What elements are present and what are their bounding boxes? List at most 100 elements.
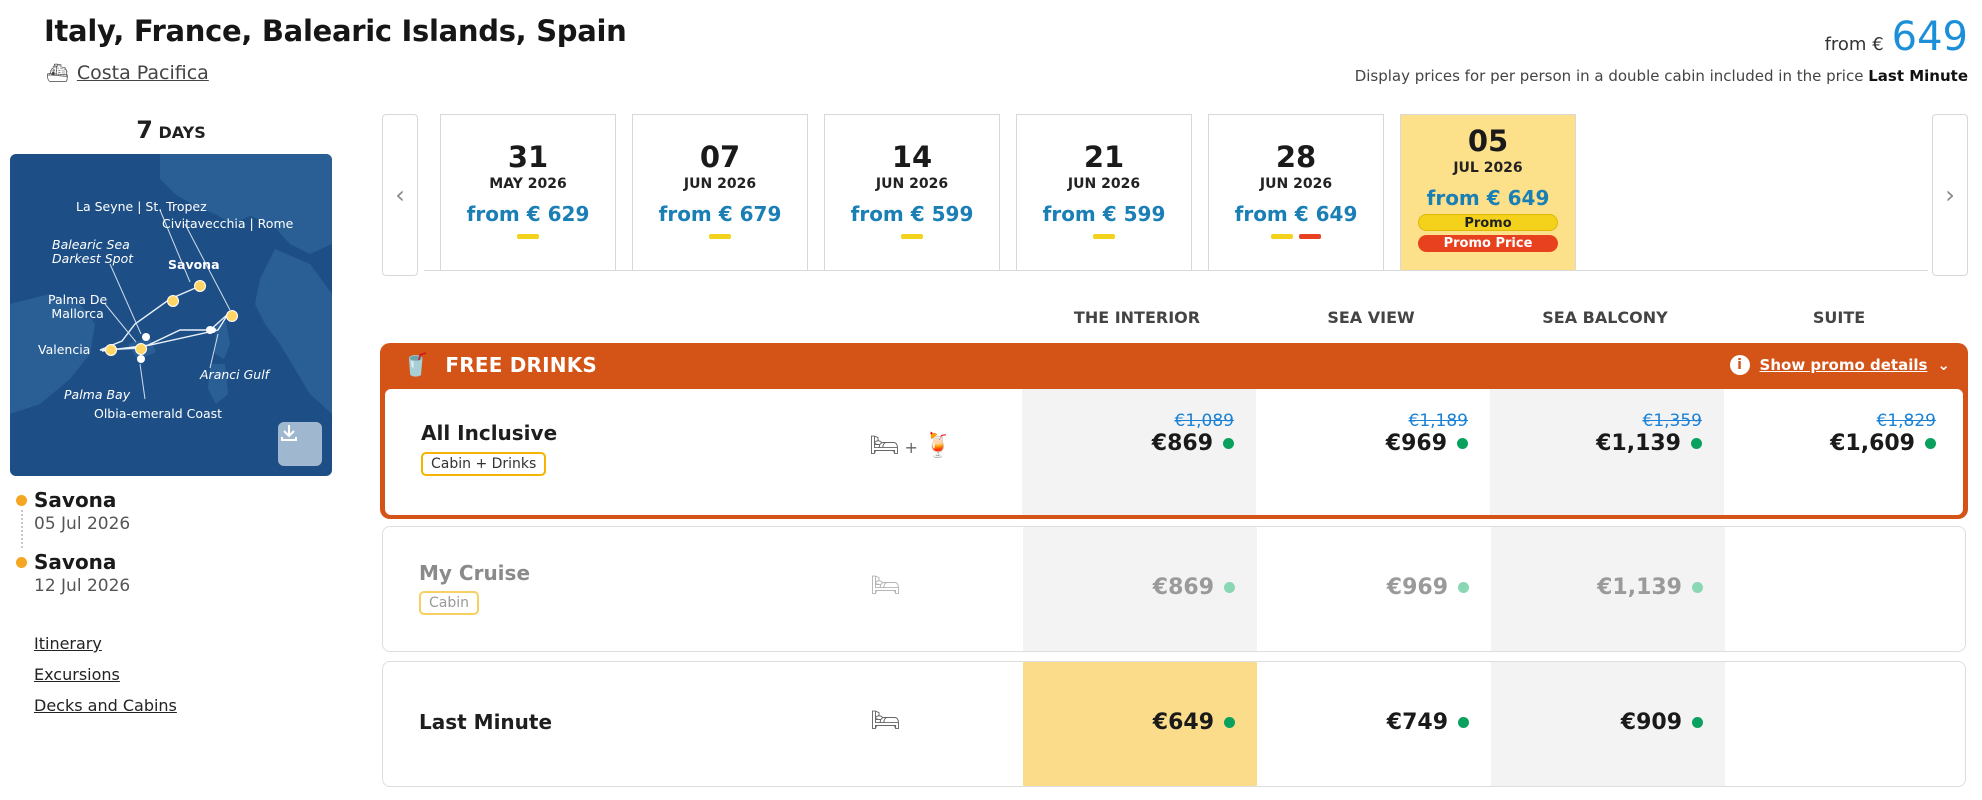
new-price: €969 (1386, 431, 1468, 456)
date-option-selected[interactable]: 05 JUL 2026 from € 649 Promo Promo Price (1400, 114, 1576, 270)
price-cell-sea-balcony[interactable]: €909 (1491, 662, 1725, 786)
price-cell-interior[interactable]: €1,089 €869 (1022, 389, 1256, 515)
display-note: Display prices for per person in a doubl… (1355, 67, 1968, 85)
availability-dot (1692, 717, 1703, 728)
date-price: from € 649 (1426, 186, 1550, 210)
fare-tag: Cabin + Drinks (421, 452, 547, 476)
map-label-civitavecchia: Civitavecchia | Rome (162, 216, 294, 231)
availability-dot (1224, 717, 1235, 728)
download-icon (281, 425, 297, 441)
price-cell-sea-balcony[interactable]: €1,359 €1,139 (1490, 389, 1724, 515)
drink-glass-icon: 🥤 (402, 352, 430, 378)
old-price: €1,829 (1876, 411, 1936, 431)
date-option[interactable]: 31 MAY 2026 from € 629 (440, 114, 616, 270)
availability-dot (1691, 438, 1702, 449)
date-price: from € 599 (850, 202, 974, 226)
date-day: 21 (1083, 140, 1125, 174)
promo-price-badge: Promo Price (1418, 235, 1558, 252)
fare-icons: 🛏 (870, 706, 900, 734)
availability-dot (1692, 582, 1703, 593)
stop-date: 05 Jul 2026 (34, 514, 131, 534)
price-cell-interior-selected[interactable]: €649 (1023, 662, 1257, 786)
price-value: €969 (1386, 575, 1448, 600)
date-month: JUL 2026 (1453, 160, 1523, 176)
date-price: from € 649 (1234, 202, 1358, 226)
price-cell-sea-view[interactable]: €969 (1257, 527, 1491, 651)
price-value: €1,139 (1597, 575, 1682, 600)
stop-port: Savona (34, 488, 117, 512)
display-note-fare: Last Minute (1868, 67, 1968, 85)
date-option[interactable]: 14 JUN 2026 from € 599 (824, 114, 1000, 270)
itinerary-map[interactable]: La Seyne | St. Tropez Civitavecchia | Ro… (10, 154, 332, 476)
price-cell-interior[interactable]: €869 (1023, 527, 1257, 651)
show-promo-details-link[interactable]: i Show promo details ⌄ (1729, 355, 1950, 375)
availability-dot (1457, 438, 1468, 449)
map-label-valencia: Valencia (38, 342, 91, 357)
ship-link[interactable]: ⛴ Costa Pacifica (46, 62, 209, 84)
price-cell-sea-balcony[interactable]: €1,139 (1491, 527, 1725, 651)
old-price: €1,089 (1174, 411, 1234, 431)
dates-rail (424, 270, 1928, 271)
price-value: €749 (1386, 710, 1448, 735)
col-sea-balcony: SEA BALCONY (1542, 308, 1668, 327)
new-price: €749 (1387, 710, 1469, 735)
availability-dot (1223, 438, 1234, 449)
date-option[interactable]: 21 JUN 2026 from € 599 (1016, 114, 1192, 270)
new-price: €1,139 (1596, 431, 1702, 456)
date-option[interactable]: 28 JUN 2026 from € 649 (1208, 114, 1384, 270)
promo-indicator (901, 234, 923, 239)
price-cell-sea-view[interactable]: €1,189 €969 (1256, 389, 1490, 515)
drink-icon: 🍹 (923, 431, 953, 459)
date-month: JUN 2026 (1259, 176, 1333, 192)
date-option[interactable]: 07 JUN 2026 from € 679 (632, 114, 808, 270)
availability-dot (1458, 582, 1469, 593)
map-label-palma-bay: Palma Bay (64, 387, 131, 402)
bed-icon: 🛏 (870, 706, 901, 734)
promo-price-indicator (1299, 234, 1321, 239)
date-day: 31 (507, 140, 549, 174)
fare-row-last-minute[interactable]: Last Minute 🛏 €649 €749 €909 (382, 661, 1966, 787)
itinerary-stops: Savona 05 Jul 2026 Savona 12 Jul 2026 (16, 488, 130, 612)
dates-next-button[interactable]: › (1932, 114, 1968, 276)
fare-tag: Cabin (419, 591, 480, 615)
fare-row-all-inclusive[interactable]: All Inclusive Cabin + Drinks 🛏 + 🍹 €1,08… (385, 389, 1963, 515)
from-price: from € 649 (1825, 14, 1968, 60)
col-interior: THE INTERIOR (1073, 308, 1201, 327)
price-cell-sea-view[interactable]: €749 (1257, 662, 1491, 786)
new-price: €909 (1621, 710, 1703, 735)
link-itinerary[interactable]: Itinerary (34, 634, 177, 653)
download-map-button[interactable] (278, 422, 322, 466)
date-month: MAY 2026 (489, 176, 567, 192)
price-value: €649 (1152, 710, 1214, 735)
fare-row-my-cruise[interactable]: My Cruise Cabin 🛏 €869 €969 €1,139 (382, 526, 1966, 652)
date-month: JUN 2026 (875, 176, 949, 192)
promo-link-text[interactable]: Show promo details (1760, 356, 1928, 374)
fare-icons: 🛏 (870, 571, 900, 599)
link-excursions[interactable]: Excursions (34, 665, 177, 684)
fare-icons: 🛏 + 🍹 (869, 431, 953, 459)
from-price-value: 649 (1891, 14, 1968, 60)
map-label-palma-mallorca: Palma De Mallorca (48, 292, 108, 322)
days-unit: DAYS (158, 123, 206, 142)
new-price: €869 (1153, 575, 1235, 600)
stop-dot-icon (16, 495, 27, 506)
availability-dot (1925, 438, 1936, 449)
map-label-la-seyne: La Seyne | St. Tropez (76, 199, 207, 214)
price-cell-suite[interactable]: €1,829 €1,609 (1724, 389, 1958, 515)
date-day: 28 (1275, 140, 1317, 174)
dates-prev-button[interactable]: ‹ (382, 114, 418, 276)
ship-icon: ⛴ (46, 62, 69, 84)
link-decks-cabins[interactable]: Decks and Cabins (34, 696, 177, 715)
availability-dot (1458, 717, 1469, 728)
from-price-label: from € (1824, 34, 1884, 55)
price-value: €969 (1385, 431, 1447, 456)
ship-name[interactable]: Costa Pacifica (77, 62, 209, 84)
chevron-left-icon: ‹ (395, 181, 405, 209)
date-price: from € 629 (466, 202, 590, 226)
promo-indicator (517, 234, 539, 239)
date-day: 05 (1467, 124, 1509, 158)
old-price: €1,359 (1642, 411, 1702, 431)
fare-name: Last Minute (419, 710, 553, 734)
promo-indicator (709, 234, 731, 239)
new-price: €1,139 (1597, 575, 1703, 600)
